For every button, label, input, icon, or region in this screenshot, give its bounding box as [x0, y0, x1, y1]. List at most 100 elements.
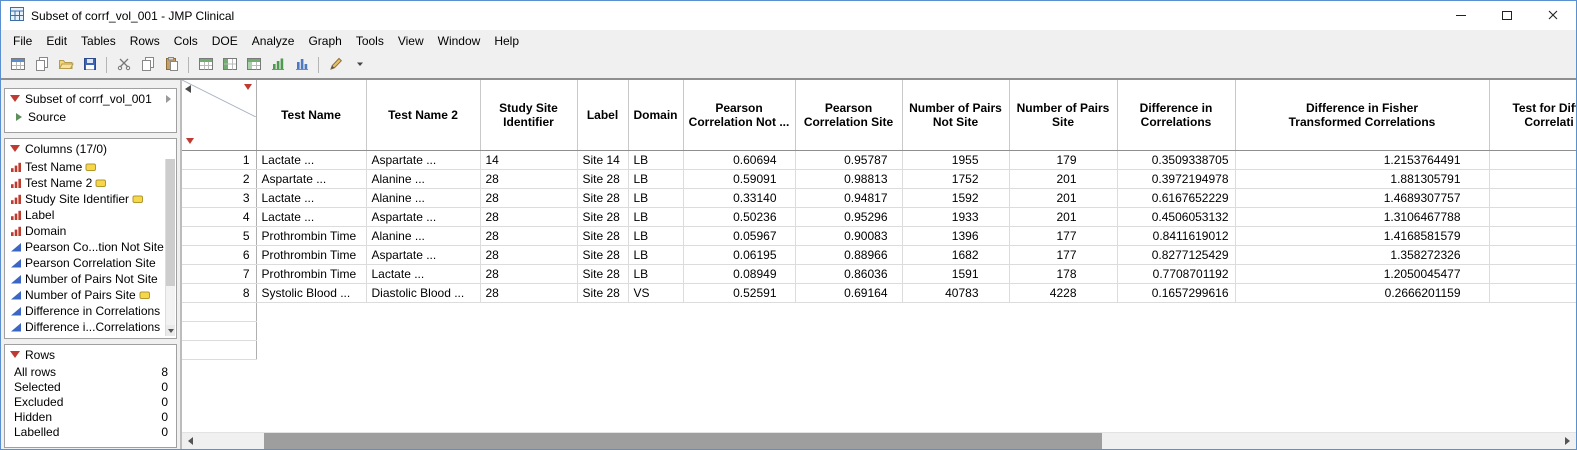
row-number[interactable]: 7: [182, 265, 256, 284]
column-item[interactable]: Test Name: [5, 159, 164, 175]
table-cell[interactable]: 0.05967: [683, 227, 795, 246]
row-number[interactable]: 1: [182, 151, 256, 170]
row-number[interactable]: [182, 303, 256, 322]
scroll-down-button[interactable]: [166, 325, 175, 336]
column-header[interactable]: Domain: [628, 80, 683, 151]
table-cell[interactable]: 1591: [902, 265, 1009, 284]
table-cell[interactable]: 0.33140: [683, 189, 795, 208]
table-cell[interactable]: Systolic Blood ...: [256, 284, 366, 303]
menu-item-cols[interactable]: Cols: [167, 31, 205, 51]
table-cell[interactable]: 28: [480, 265, 577, 284]
menu-item-help[interactable]: Help: [487, 31, 526, 51]
table-cell[interactable]: 1.4689307757: [1235, 189, 1489, 208]
table-cell[interactable]: 0.06195: [683, 246, 795, 265]
table-cell[interactable]: 201: [1009, 189, 1117, 208]
panel-collapse-icon[interactable]: [166, 95, 171, 103]
table-cell[interactable]: 1396: [902, 227, 1009, 246]
table-cell[interactable]: 1955: [902, 151, 1009, 170]
table-cell[interactable]: 1682: [902, 246, 1009, 265]
table-cell[interactable]: 0.94817: [795, 189, 902, 208]
table-cell[interactable]: 201: [1009, 170, 1117, 189]
row-number[interactable]: 3: [182, 189, 256, 208]
table-cell[interactable]: 28: [480, 227, 577, 246]
table-cell[interactable]: Lactate ...: [256, 189, 366, 208]
table-cell[interactable]: 28: [480, 189, 577, 208]
table-cell[interactable]: Site 28: [577, 265, 628, 284]
new-journal-button[interactable]: [30, 54, 53, 76]
columns-panel-header[interactable]: Columns (17/0): [5, 139, 176, 158]
graph-button[interactable]: [290, 54, 313, 76]
toolbar-overflow-button[interactable]: [348, 54, 371, 76]
sort-button[interactable]: [266, 54, 289, 76]
menu-item-graph[interactable]: Graph: [301, 31, 348, 51]
scrollbar-thumb[interactable]: [264, 433, 1102, 449]
rows-panel-header[interactable]: Rows: [5, 345, 176, 364]
table-cell[interactable]: 28: [480, 208, 577, 227]
table-cell[interactable]: 1.3106467788: [1235, 208, 1489, 227]
table-cell[interactable]: 28: [480, 284, 577, 303]
table-cell[interactable]: 1.358272326: [1235, 246, 1489, 265]
table-cell[interactable]: 0.3509338705: [1117, 151, 1235, 170]
table-cell[interactable]: Lactate ...: [256, 208, 366, 227]
table-cell[interactable]: 1.2050045477: [1235, 265, 1489, 284]
new-data-table-button[interactable]: [6, 54, 29, 76]
horizontal-scrollbar[interactable]: [182, 432, 1576, 449]
open-button[interactable]: [54, 54, 77, 76]
menu-item-doe[interactable]: DOE: [205, 31, 245, 51]
table-cell[interactable]: Site 28: [577, 189, 628, 208]
table-cell[interactable]: 1.2153764491: [1235, 151, 1489, 170]
rows-stat[interactable]: Labelled0: [5, 424, 176, 439]
column-item[interactable]: Pearson Correlation Site: [5, 255, 164, 271]
column-header[interactable]: Test Name: [256, 80, 366, 151]
table-cell[interactable]: Site 28: [577, 227, 628, 246]
table-cell[interactable]: Diastolic Blood ...: [366, 284, 480, 303]
copy-button[interactable]: [136, 54, 159, 76]
scroll-left-button[interactable]: [182, 433, 199, 449]
table-cell[interactable]: Prothrombin Time: [256, 227, 366, 246]
table-cell[interactable]: 0.60694: [683, 151, 795, 170]
table-cell[interactable]: 0.95296: [795, 208, 902, 227]
table-cell[interactable]: 0.50236: [683, 208, 795, 227]
table-cell[interactable]: 1592: [902, 189, 1009, 208]
maximize-button[interactable]: [1484, 1, 1530, 30]
table-cell[interactable]: 0.8277125429: [1117, 246, 1235, 265]
close-button[interactable]: [1530, 1, 1576, 30]
menu-item-window[interactable]: Window: [431, 31, 488, 51]
table-cell[interactable]: 201: [1009, 208, 1117, 227]
column-item[interactable]: Label: [5, 207, 164, 223]
table-cell[interactable]: 0.95787: [795, 151, 902, 170]
table-cell[interactable]: 177: [1009, 246, 1117, 265]
table-cell[interactable]: Site 28: [577, 284, 628, 303]
table-cell[interactable]: Prothrombin Time: [256, 265, 366, 284]
row-number[interactable]: 2: [182, 170, 256, 189]
column-header[interactable]: Test for Diffe Correlati: [1489, 80, 1576, 151]
menu-item-rows[interactable]: Rows: [123, 31, 167, 51]
join-button[interactable]: [242, 54, 265, 76]
table-cell[interactable]: 0.69164: [795, 284, 902, 303]
table-cell[interactable]: 0.59091: [683, 170, 795, 189]
rows-stat[interactable]: Excluded0: [5, 394, 176, 409]
menu-item-edit[interactable]: Edit: [39, 31, 74, 51]
disclosure-icon[interactable]: [16, 113, 22, 121]
table-cell[interactable]: [1489, 189, 1576, 208]
formula-button[interactable]: [324, 54, 347, 76]
column-item[interactable]: Pearson Co...tion Not Site: [5, 239, 164, 255]
column-header[interactable]: Pearson Correlation Site: [795, 80, 902, 151]
table-cell[interactable]: 1933: [902, 208, 1009, 227]
table-cell[interactable]: 177: [1009, 227, 1117, 246]
menu-item-analyze[interactable]: Analyze: [245, 31, 302, 51]
table-cell[interactable]: 1.4168581579: [1235, 227, 1489, 246]
minimize-button[interactable]: [1438, 1, 1484, 30]
table-cell[interactable]: [1489, 208, 1576, 227]
summary-button[interactable]: [194, 54, 217, 76]
scrollbar-thumb[interactable]: [166, 159, 175, 286]
table-cell[interactable]: LB: [628, 189, 683, 208]
table-cell[interactable]: 28: [480, 170, 577, 189]
paste-button[interactable]: [160, 54, 183, 76]
column-header[interactable]: Label: [577, 80, 628, 151]
rows-stat[interactable]: Selected0: [5, 379, 176, 394]
cut-button[interactable]: [112, 54, 135, 76]
table-cell[interactable]: LB: [628, 170, 683, 189]
table-cell[interactable]: [1489, 246, 1576, 265]
table-cell[interactable]: LB: [628, 151, 683, 170]
